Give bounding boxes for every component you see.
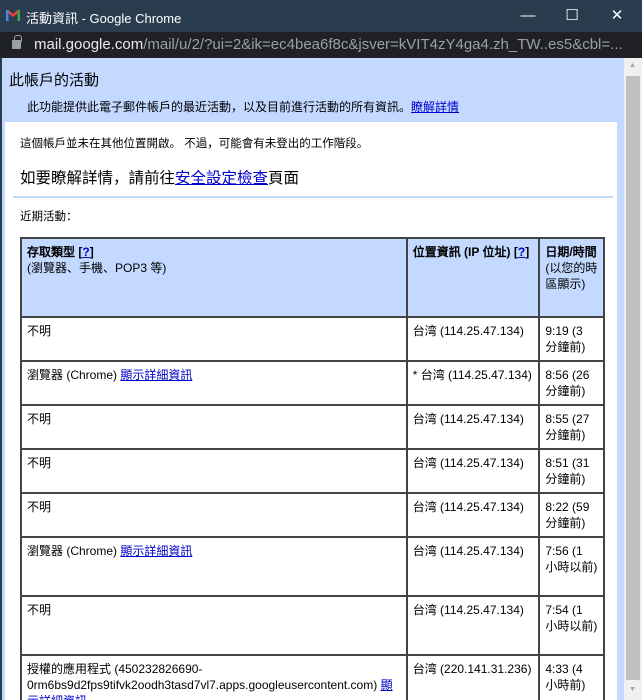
scroll-down-icon[interactable]: ▼ xyxy=(629,686,636,693)
time-cell: 4:33 (4 小時前) xyxy=(538,654,605,700)
divider xyxy=(13,196,613,198)
location-cell: 台湾 (114.25.47.134) xyxy=(405,404,541,450)
location-cell: * 台湾 (114.25.47.134) xyxy=(405,360,541,406)
scroll-up-icon[interactable]: ▲ xyxy=(629,62,636,69)
access-type: 授權的應用程式 (450232826690-0rm6bs9d2fps9tifvk… xyxy=(27,662,381,692)
activity-table: 存取類型 [?] (瀏覽器、手機、POP3 等) 位置資訊 (IP 位址) [?]… xyxy=(20,237,605,700)
table-row: 不明 台湾 (114.25.47.134) 8:55 (27 分鐘前) xyxy=(20,404,605,450)
more-prefix: 如要瞭解詳情，請前往 xyxy=(20,170,176,187)
access-type: 瀏覽器 (Chrome) xyxy=(27,544,121,558)
time-cell: 8:56 (26 分鐘前) xyxy=(538,360,605,406)
minimize-button[interactable]: — xyxy=(508,4,548,28)
access-type: 瀏覽器 (Chrome) xyxy=(27,368,121,382)
access-type-cell: 不明 xyxy=(20,492,408,538)
location-header-label: 位置資訊 (IP 位址) xyxy=(412,245,511,259)
access-type: 不明 xyxy=(27,500,52,514)
access-type-cell: 不明 xyxy=(20,448,408,494)
table-row: 瀏覽器 (Chrome) 顯示詳細資訊 * 台湾 (114.25.47.134)… xyxy=(20,360,605,406)
security-checkup-text: 如要瞭解詳情，請前往安全設定檢查頁面 xyxy=(20,166,299,188)
table-header-row: 存取類型 [?] (瀏覽器、手機、POP3 等) 位置資訊 (IP 位址) [?]… xyxy=(20,237,605,318)
title-bar: 活動資訊 - Google Chrome — ☐ ✕ xyxy=(0,0,642,32)
address-bar[interactable]: mail.google.com/mail/u/2/?ui=2&ik=ec4bea… xyxy=(0,32,642,58)
table-row: 瀏覽器 (Chrome) 顯示詳細資訊 台湾 (114.25.47.134) 7… xyxy=(20,536,605,597)
table-row: 不明 台湾 (114.25.47.134) 9:19 (3 分鐘前) xyxy=(20,316,605,362)
learn-more-link[interactable]: 瞭解詳情 xyxy=(411,100,459,114)
activity-page: 此帳戶的活動 此功能提供此電子郵件帳戶的最近活動，以及目前進行活動的所有資訊。瞭… xyxy=(2,58,624,700)
lock-icon xyxy=(12,35,22,49)
time-header-label: 日期/時間 xyxy=(545,245,597,259)
access-type: 不明 xyxy=(27,456,52,470)
access-type: 不明 xyxy=(27,603,52,617)
table-row: 不明 台湾 (114.25.47.134) 8:22 (59 分鐘前) xyxy=(20,492,605,538)
scrollbar-thumb[interactable] xyxy=(626,76,640,680)
access-type: 不明 xyxy=(27,324,52,338)
table-row: 授權的應用程式 (450232826690-0rm6bs9d2fps9tifvk… xyxy=(20,654,605,700)
location-help-link[interactable]: ? xyxy=(518,245,525,259)
access-type-cell: 不明 xyxy=(20,316,408,362)
header-time: 日期/時間 (以您的時區顯示) xyxy=(538,237,605,318)
location-cell: 台湾 (114.25.47.134) xyxy=(405,316,541,362)
time-cell: 7:54 (1 小時以前) xyxy=(538,595,605,656)
maximize-button[interactable]: ☐ xyxy=(552,4,592,28)
description-text: 此功能提供此電子郵件帳戶的最近活動，以及目前進行活動的所有資訊。 xyxy=(27,100,412,114)
table-row: 不明 台湾 (114.25.47.134) 7:54 (1 小時以前) xyxy=(20,595,605,656)
access-type-cell: 瀏覽器 (Chrome) 顯示詳細資訊 xyxy=(20,536,408,597)
time-cell: 8:51 (31 分鐘前) xyxy=(538,448,605,494)
window-title: 活動資訊 - Google Chrome xyxy=(26,11,182,26)
page-description: 此功能提供此電子郵件帳戶的最近活動，以及目前進行活動的所有資訊。瞭解詳情 xyxy=(27,98,459,115)
access-header-label: 存取類型 xyxy=(27,245,76,259)
show-details-link[interactable]: 顯示詳細資訊 xyxy=(120,368,192,382)
time-cell: 8:22 (59 分鐘前) xyxy=(538,492,605,538)
access-type-cell: 瀏覽器 (Chrome) 顯示詳細資訊 xyxy=(20,360,408,406)
url-host: mail.google.com xyxy=(34,36,144,53)
gmail-logo-icon xyxy=(6,10,20,21)
time-header-sub: (以您的時區顯示) xyxy=(545,261,598,291)
page-title: 此帳戶的活動 xyxy=(9,72,100,89)
location-cell: 台湾 (114.25.47.134) xyxy=(405,492,541,538)
more-suffix: 頁面 xyxy=(268,170,300,187)
access-header-sub: (瀏覽器、手機、POP3 等) xyxy=(27,261,167,275)
header-location: 位置資訊 (IP 位址) [?] xyxy=(405,237,541,318)
activity-body: 這個帳戶並未在其他位置開啟。 不過，可能會有未登出的工作階段。 如要瞭解詳情，請… xyxy=(5,122,617,700)
security-checkup-link[interactable]: 安全設定檢查 xyxy=(175,170,268,187)
location-cell: 台湾 (114.25.47.134) xyxy=(405,536,541,597)
access-type-cell: 不明 xyxy=(20,595,408,656)
location-cell: 台湾 (114.25.47.134) xyxy=(405,448,541,494)
header-access-type: 存取類型 [?] (瀏覽器、手機、POP3 等) xyxy=(20,237,408,318)
location-cell: 台湾 (220.141.31.236) xyxy=(405,654,541,700)
access-type: 不明 xyxy=(27,412,52,426)
access-type-cell: 不明 xyxy=(20,404,408,450)
scrollbar[interactable]: ▲ ▼ xyxy=(624,58,642,700)
session-note: 這個帳戶並未在其他位置開啟。 不過，可能會有未登出的工作階段。 xyxy=(20,138,369,150)
url[interactable]: mail.google.com/mail/u/2/?ui=2&ik=ec4bea… xyxy=(34,36,623,53)
time-cell: 9:19 (3 分鐘前) xyxy=(538,316,605,362)
table-row: 不明 台湾 (114.25.47.134) 8:51 (31 分鐘前) xyxy=(20,448,605,494)
url-path: /mail/u/2/?ui=2&ik=ec4bea6f8c&jsver=kVIT… xyxy=(143,36,623,53)
recent-activity-label: 近期活動： xyxy=(20,211,78,223)
access-type-cell: 授權的應用程式 (450232826690-0rm6bs9d2fps9tifvk… xyxy=(20,654,408,700)
time-cell: 7:56 (1 小時以前) xyxy=(538,536,605,597)
location-cell: 台湾 (114.25.47.134) xyxy=(405,595,541,656)
time-cell: 8:55 (27 分鐘前) xyxy=(538,404,605,450)
close-button[interactable]: ✕ xyxy=(597,4,637,28)
show-details-link[interactable]: 顯示詳細資訊 xyxy=(120,544,192,558)
access-help-link[interactable]: ? xyxy=(82,245,89,259)
